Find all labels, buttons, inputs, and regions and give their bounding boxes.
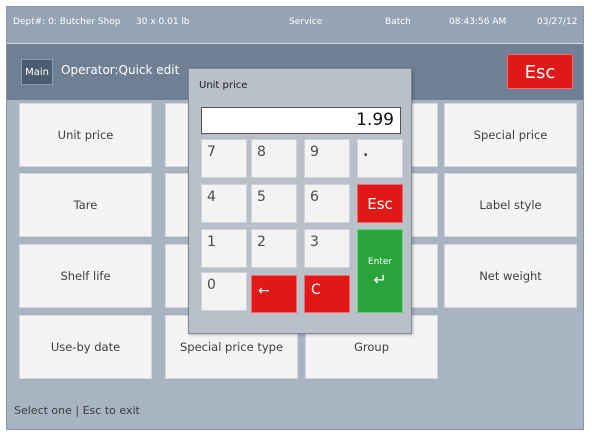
- key-4[interactable]: 4: [201, 184, 247, 223]
- enter-label: Enter: [367, 257, 393, 267]
- net-weight-label: Net weight: [479, 269, 542, 283]
- unit-price-input[interactable]: 1.99: [201, 107, 401, 134]
- key-5[interactable]: 5: [251, 184, 297, 223]
- key-9[interactable]: 9: [304, 139, 350, 178]
- key-7[interactable]: 7: [201, 139, 247, 178]
- label-style-button[interactable]: Label style: [444, 173, 577, 237]
- clear-button[interactable]: C: [304, 275, 350, 313]
- special-price-button[interactable]: Special price: [444, 103, 577, 167]
- key-8[interactable]: 8: [251, 139, 297, 178]
- key-2[interactable]: 2: [251, 229, 297, 268]
- shelf-life-label: Shelf life: [60, 269, 111, 283]
- main-button[interactable]: Main: [21, 59, 53, 85]
- special-price-label: Special price: [473, 128, 548, 142]
- keypad-esc-button[interactable]: Esc: [357, 184, 403, 223]
- unit-price-dialog: Unit price 1.99 7 8 9 . 4 5 6 Esc 1 2 3 …: [188, 68, 412, 334]
- backspace-arrow-icon: ←: [258, 283, 270, 299]
- mode-status: Service: [289, 17, 323, 27]
- department-status: Dept#: 0: Butcher Shop: [13, 17, 121, 27]
- key-0[interactable]: 0: [201, 272, 247, 311]
- key-3[interactable]: 3: [304, 229, 350, 268]
- key-decimal[interactable]: .: [357, 139, 403, 178]
- esc-button[interactable]: Esc: [507, 54, 573, 89]
- backspace-button[interactable]: ←: [251, 275, 297, 313]
- tare-label: Tare: [73, 198, 98, 212]
- use-by-date-button[interactable]: Use-by date: [19, 315, 152, 379]
- batch-status: Batch: [385, 17, 411, 27]
- enter-arrow-icon: ↵: [373, 270, 387, 289]
- scale-capacity: 30 x 0.01 lb: [136, 17, 190, 27]
- key-6[interactable]: 6: [304, 184, 350, 223]
- group-label: Group: [353, 340, 389, 354]
- status-bar: Dept#: 0: Butcher Shop 30 x 0.01 lb Serv…: [7, 7, 583, 43]
- net-weight-button[interactable]: Net weight: [444, 244, 577, 308]
- unit-price-button[interactable]: Unit price: [19, 103, 152, 167]
- dialog-title: Unit price: [199, 80, 248, 91]
- app-window: Dept#: 0: Butcher Shop 30 x 0.01 lb Serv…: [6, 6, 584, 430]
- special-price-type-label: Special price type: [179, 340, 284, 354]
- shelf-life-button[interactable]: Shelf life: [19, 244, 152, 308]
- clock-time: 08:43:56 AM: [449, 17, 507, 27]
- label-style-label: Label style: [479, 198, 542, 212]
- unit-price-label: Unit price: [57, 128, 114, 142]
- clock-date: 03/27/12: [537, 17, 578, 27]
- use-by-date-label: Use-by date: [50, 340, 121, 354]
- key-1[interactable]: 1: [201, 229, 247, 268]
- footer-hint: Select one | Esc to exit: [14, 404, 140, 417]
- enter-button[interactable]: Enter ↵: [357, 229, 403, 313]
- tare-button[interactable]: Tare: [19, 173, 152, 237]
- operator-label: Operator:Quick edit: [61, 63, 180, 77]
